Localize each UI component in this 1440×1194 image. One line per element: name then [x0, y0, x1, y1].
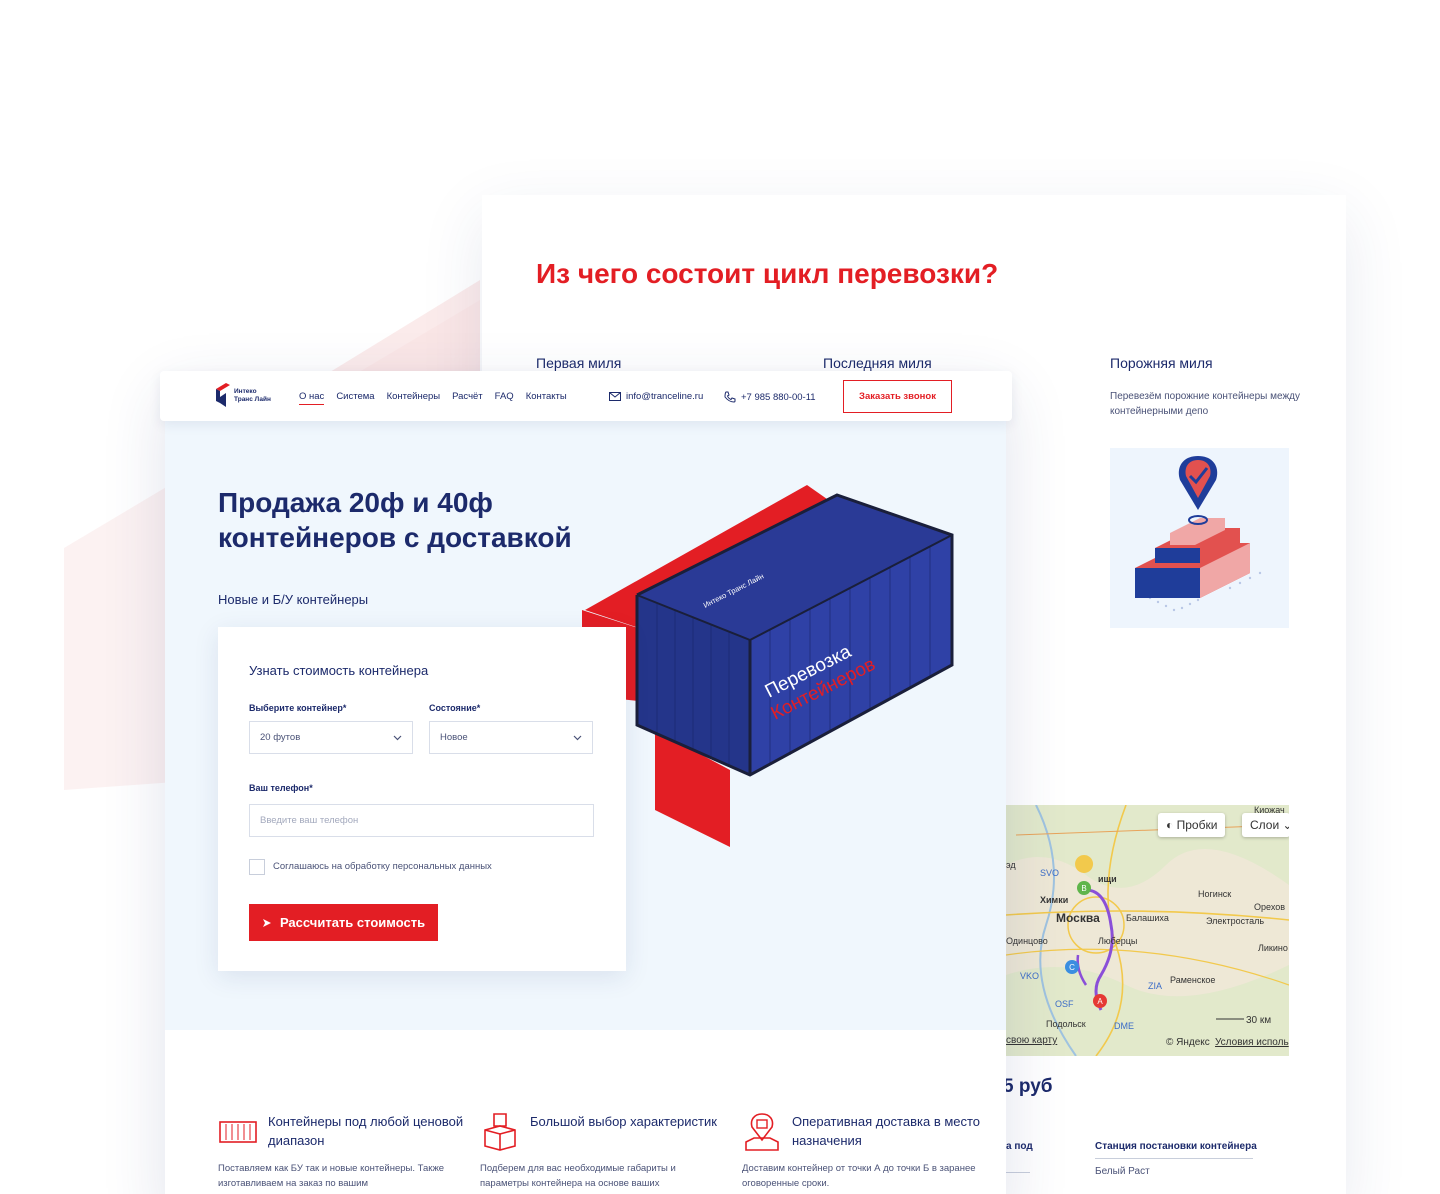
own-map-link[interactable]: свою карту	[1006, 1035, 1057, 1046]
container-icon	[219, 1121, 257, 1143]
logo-icon	[216, 383, 230, 407]
nav-faq[interactable]: FAQ	[495, 391, 514, 405]
svg-text:B: B	[1081, 884, 1086, 893]
container-select[interactable]: 20 футов	[249, 721, 413, 754]
state-select-value: Новое	[440, 732, 468, 743]
phone-field-placeholder: Введите ваш телефон	[260, 815, 359, 826]
phone-field[interactable]: Введите ваш телефон	[249, 804, 594, 837]
consent-checkbox[interactable]	[249, 859, 265, 875]
cycle-title: Из чего состоит цикл перевозки?	[536, 258, 999, 289]
phone-icon	[724, 391, 736, 403]
map-scale: 30 км	[1246, 1015, 1272, 1026]
email-link[interactable]: info@tranceline.ru	[609, 391, 703, 402]
container-select-value: 20 футов	[260, 732, 301, 743]
station-value[interactable]: Белый Раст	[1095, 1166, 1150, 1177]
form-title: Узнать стоимость контейнера	[249, 663, 429, 678]
state-select[interactable]: Новое	[429, 721, 593, 754]
page: Из чего состоит цикл перевозки? Первая м…	[0, 0, 1440, 1194]
location-box-icon	[745, 1113, 779, 1151]
feature-text: Поставляем как БУ так и новые контейнеры…	[218, 1163, 445, 1189]
svg-text:C: C	[1069, 963, 1075, 972]
main-nav: О нас Система Контейнеры Расчёт FAQ Конт…	[299, 391, 567, 405]
logo-line1: Интеко	[234, 388, 257, 395]
boxes-icon	[484, 1113, 516, 1151]
hero-title: Продажа 20ф и 40ф контейнеров с доставко…	[218, 487, 572, 553]
svg-text:A: A	[1097, 997, 1103, 1006]
logo[interactable]: Интеко Транс Лайн	[216, 383, 271, 409]
feature-title: Контейнеры под любой ценовой диапазон	[268, 1114, 464, 1148]
chevron-down-icon	[573, 735, 582, 740]
consent-label: Соглашаюсь на обработку персональных дан…	[273, 861, 492, 872]
arrow-right-icon	[262, 918, 271, 927]
feature-text: Подберем для вас необходимые габариты и …	[480, 1163, 676, 1189]
map-terms-link[interactable]: Условия исполь	[1215, 1037, 1289, 1048]
empty-mile-text: Перевезём порожние контейнеры между конт…	[1110, 391, 1300, 417]
calculate-button[interactable]: Рассчитать стоимость	[249, 904, 438, 941]
marker-a: A	[1093, 994, 1107, 1008]
email-text: info@tranceline.ru	[626, 391, 704, 402]
empty-mile-illustration	[1110, 448, 1289, 628]
address-divider	[1006, 1172, 1030, 1173]
nav-about[interactable]: О нас	[299, 391, 325, 405]
address-label-fragment: а под	[1006, 1141, 1033, 1152]
empty-mile-title: Порожняя миля	[1110, 355, 1213, 371]
station-divider	[1095, 1158, 1253, 1159]
phone-text: +7 985 880-00-11	[741, 391, 816, 403]
route-map[interactable]: ◐ Пробки Слои ⌄ Киожач SVO Химки ищи Ног…	[1006, 805, 1289, 1056]
price-fragment: 5 руб	[1003, 1076, 1053, 1097]
state-select-label: Состояние*	[429, 703, 481, 713]
phone-link[interactable]: +7 985 880-00-11	[724, 391, 816, 403]
nav-calculation[interactable]: Расчёт	[452, 391, 483, 405]
feature-title: Большой выбор характеристик	[530, 1114, 717, 1129]
map-attribution: © Яндекс	[1166, 1037, 1210, 1048]
phone-field-label: Ваш телефон*	[249, 783, 313, 793]
logo-line2: Транс Лайн	[234, 396, 271, 403]
nav-contacts[interactable]: Контакты	[526, 391, 567, 405]
container-select-label: Выберите контейнер*	[249, 703, 347, 713]
marker-c: C	[1065, 960, 1079, 974]
chevron-down-icon	[393, 735, 402, 740]
container-illustration: Интеко Транс Лайн Перевозка Контейнеров	[582, 485, 954, 847]
calculate-button-label: Рассчитать стоимость	[279, 915, 426, 930]
first-mile-title: Первая миля	[536, 355, 622, 371]
station-label: Станция постановки контейнера	[1095, 1141, 1257, 1152]
nav-containers[interactable]: Контейнеры	[387, 391, 441, 405]
hero-subtitle: Новые и Б/У контейнеры	[218, 592, 369, 607]
marker-b: B	[1075, 855, 1094, 895]
last-mile-title: Последняя миля	[823, 355, 932, 371]
order-call-button[interactable]: Заказать звонок	[843, 380, 952, 413]
nav-system[interactable]: Система	[336, 391, 374, 405]
feature-title: Оперативная доставка в место назначения	[792, 1114, 981, 1148]
feature-text: Доставим контейнер от точки А до точки Б…	[742, 1163, 976, 1189]
mail-icon	[609, 392, 621, 401]
